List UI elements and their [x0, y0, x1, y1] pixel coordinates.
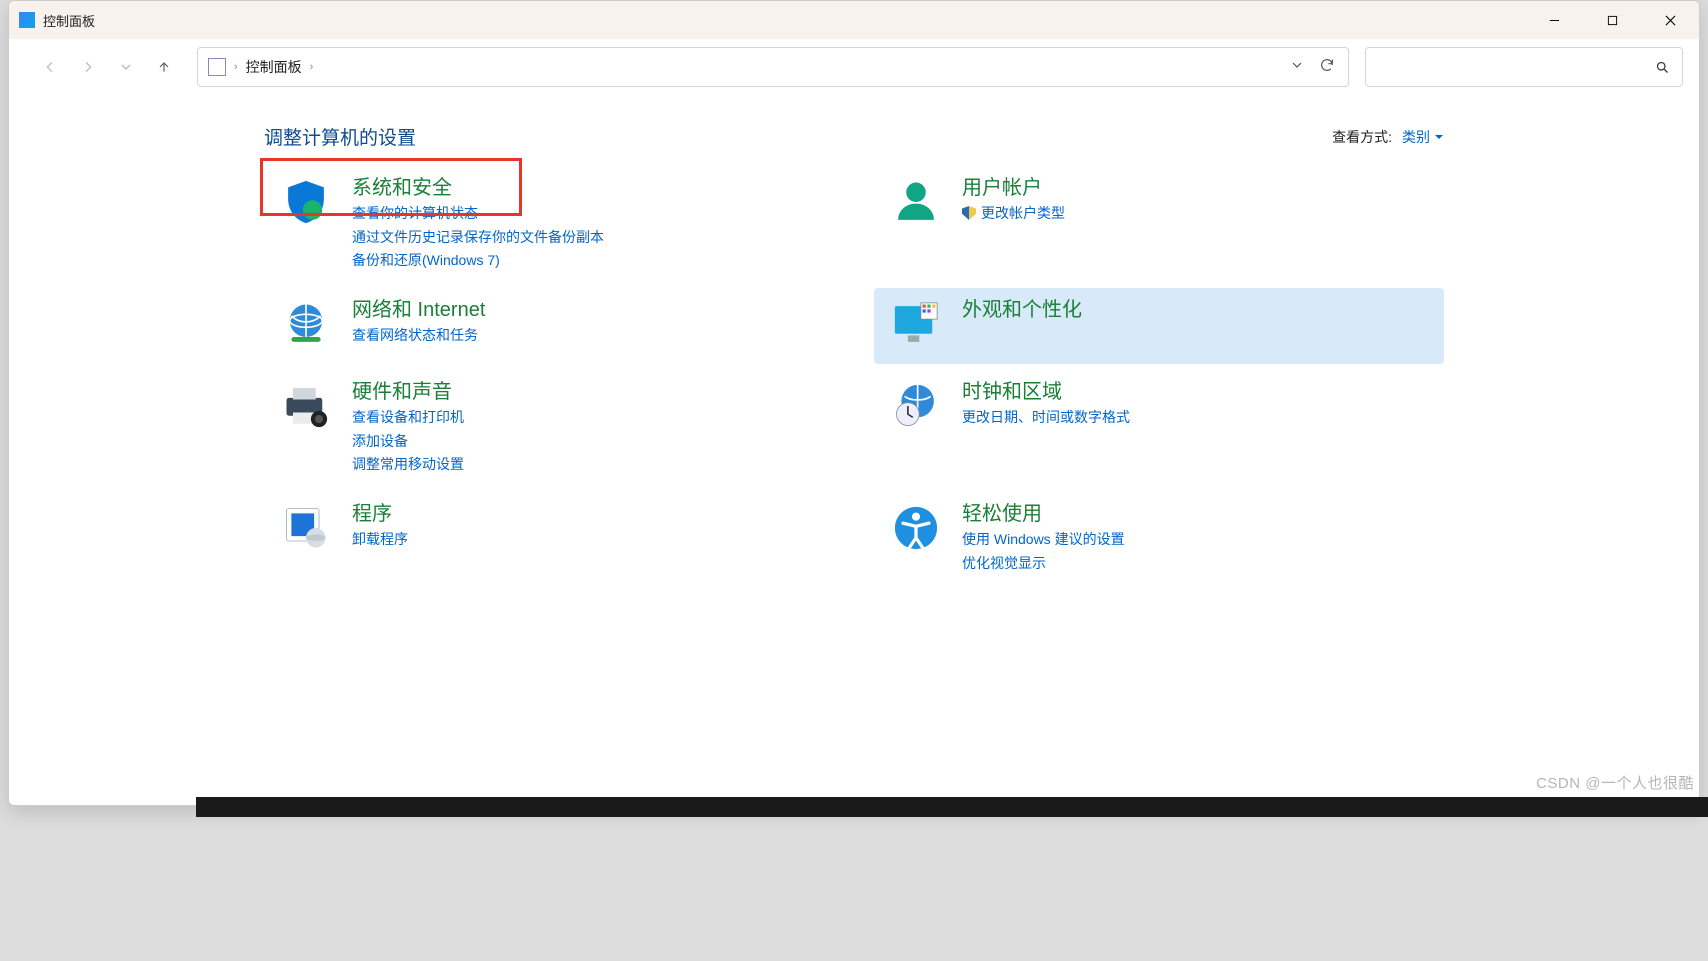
- control-panel-icon: [19, 12, 35, 28]
- programs-icon: [278, 502, 334, 558]
- address-bar[interactable]: › 控制面板 ›: [197, 47, 1349, 87]
- category-link[interactable]: 查看你的计算机状态: [352, 203, 604, 225]
- category-title[interactable]: 网络和 Internet: [352, 298, 485, 323]
- back-button[interactable]: [33, 50, 67, 84]
- category-link[interactable]: 备份和还原(Windows 7): [352, 250, 604, 272]
- window-controls: [1525, 1, 1699, 39]
- category-link[interactable]: 查看网络状态和任务: [352, 325, 485, 347]
- category-clock-region[interactable]: 时钟和区域 更改日期、时间或数字格式: [874, 370, 1444, 446]
- navigation-bar: › 控制面板 ›: [9, 39, 1699, 95]
- search-input[interactable]: [1365, 47, 1683, 87]
- user-icon: [888, 176, 944, 232]
- background-terminal-strip: [196, 797, 1708, 817]
- category-link[interactable]: 使用 Windows 建议的设置: [962, 529, 1125, 551]
- monitor-icon: [888, 298, 944, 354]
- close-button[interactable]: [1641, 1, 1699, 39]
- category-link[interactable]: 添加设备: [352, 431, 464, 453]
- category-link[interactable]: 卸载程序: [352, 529, 408, 551]
- clock-globe-icon: [888, 380, 944, 436]
- refresh-button[interactable]: [1316, 57, 1338, 78]
- shield-icon: [278, 176, 334, 232]
- titlebar: 控制面板: [9, 1, 1699, 39]
- category-title[interactable]: 用户帐户: [962, 176, 1065, 201]
- category-title[interactable]: 系统和安全: [352, 176, 604, 201]
- content-area: 调整计算机的设置 查看方式: 类别 系统和安全 查看你的计算: [9, 95, 1699, 805]
- category-ease-of-access[interactable]: 轻松使用 使用 Windows 建议的设置 优化视觉显示: [874, 492, 1444, 584]
- accessibility-icon: [888, 502, 944, 558]
- category-link[interactable]: 调整常用移动设置: [352, 454, 464, 476]
- chevron-down-icon: [1434, 132, 1444, 142]
- recent-dropdown[interactable]: [109, 50, 143, 84]
- category-link[interactable]: 更改帐户类型: [962, 203, 1065, 225]
- category-hardware-sound[interactable]: 硬件和声音 查看设备和打印机 添加设备 调整常用移动设置: [264, 370, 834, 486]
- category-title[interactable]: 程序: [352, 502, 408, 527]
- breadcrumb-sep-icon: ›: [234, 61, 238, 73]
- breadcrumb-sep-icon: ›: [310, 61, 314, 73]
- category-title[interactable]: 外观和个性化: [962, 298, 1082, 323]
- category-link[interactable]: 查看设备和打印机: [352, 407, 464, 429]
- breadcrumb-root[interactable]: 控制面板: [246, 57, 302, 77]
- control-panel-window: 控制面板: [8, 0, 1700, 806]
- viewby-dropdown[interactable]: 类别: [1402, 127, 1444, 147]
- category-link[interactable]: 通过文件历史记录保存你的文件备份副本: [352, 227, 604, 249]
- viewby-label: 查看方式:: [1332, 127, 1392, 147]
- category-network-internet[interactable]: 网络和 Internet 查看网络状态和任务: [264, 288, 834, 364]
- window-title: 控制面板: [43, 11, 95, 30]
- category-title[interactable]: 时钟和区域: [962, 380, 1130, 405]
- control-panel-addr-icon: [208, 58, 226, 76]
- category-title[interactable]: 硬件和声音: [352, 380, 464, 405]
- forward-button[interactable]: [71, 50, 105, 84]
- maximize-button[interactable]: [1583, 1, 1641, 39]
- category-appearance[interactable]: 外观和个性化: [874, 288, 1444, 364]
- search-icon: [1655, 60, 1670, 75]
- category-title[interactable]: 轻松使用: [962, 502, 1125, 527]
- category-link[interactable]: 优化视觉显示: [962, 553, 1125, 575]
- address-history-dropdown[interactable]: [1286, 57, 1308, 78]
- printer-icon: [278, 380, 334, 436]
- category-system-security[interactable]: 系统和安全 查看你的计算机状态 通过文件历史记录保存你的文件备份副本 备份和还原…: [264, 166, 834, 282]
- up-button[interactable]: [147, 50, 181, 84]
- category-link[interactable]: 更改日期、时间或数字格式: [962, 407, 1130, 429]
- page-title: 调整计算机的设置: [264, 123, 416, 150]
- category-user-accounts[interactable]: 用户帐户 更改帐户类型: [874, 166, 1444, 242]
- minimize-button[interactable]: [1525, 1, 1583, 39]
- category-programs[interactable]: 程序 卸载程序: [264, 492, 834, 568]
- globe-icon: [278, 298, 334, 354]
